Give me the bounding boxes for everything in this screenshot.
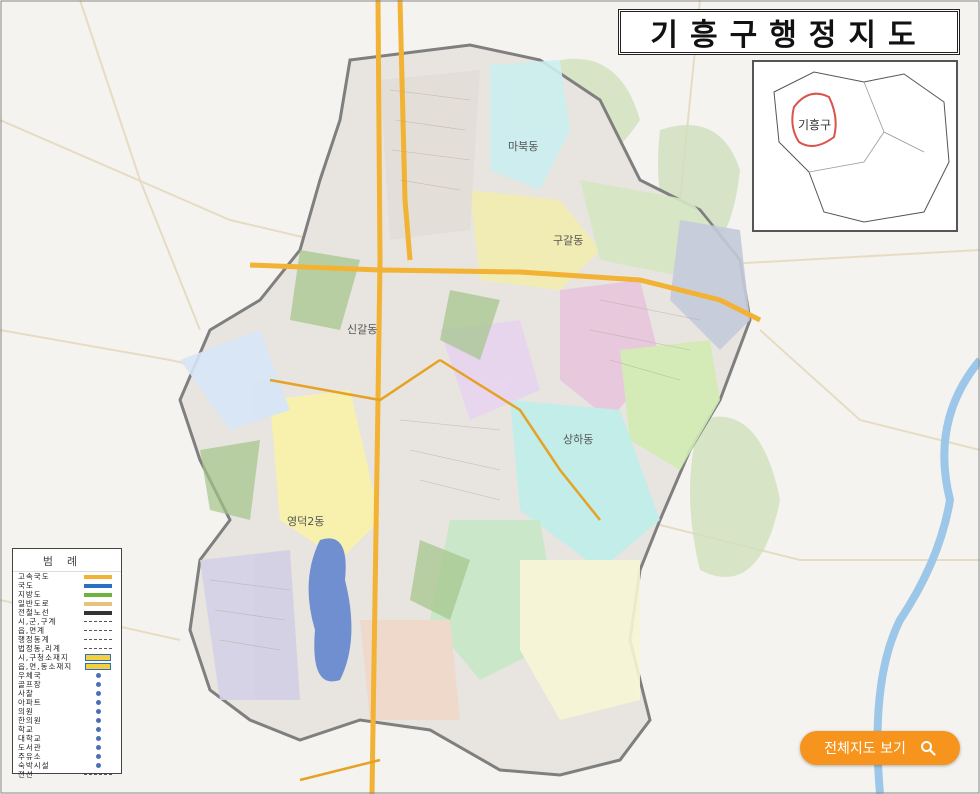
legend-item: 법정동,리계 <box>13 644 121 653</box>
legend-item: 도서관 <box>13 743 121 752</box>
legend-item: 전철노선 <box>13 608 121 617</box>
legend-item: 시,구청소재지 <box>13 653 121 662</box>
view-full-map-label: 전체지도 보기 <box>824 741 906 757</box>
legend-symbol-boundary3 <box>80 636 116 643</box>
apartment-icon <box>80 699 116 706</box>
legend-title: 범례 <box>13 549 121 572</box>
legend-symbol-boundary <box>80 618 116 625</box>
legend-item: 학교 <box>13 725 121 734</box>
legend-item-label: 의원 <box>18 707 34 716</box>
legend-item: 지방도 <box>13 590 121 599</box>
dong-label-yeongdeok2: 영덕2동 <box>287 515 324 528</box>
view-full-map-button[interactable]: 전체지도 보기 <box>800 731 960 765</box>
legend-item-label: 시,구청소재지 <box>18 653 69 662</box>
legend-item-label: 우체국 <box>18 671 42 680</box>
legend-item-label: 전선 <box>18 770 34 779</box>
legend-item: 전선 <box>13 770 121 779</box>
legend-item: 의원 <box>13 707 121 716</box>
legend-item-label: 아파트 <box>18 698 42 707</box>
clinic-icon <box>80 708 116 715</box>
legend-symbol-rail <box>80 609 116 616</box>
dong-label-mabuk: 마북동 <box>508 140 538 153</box>
legend-item-label: 일반도로 <box>18 599 50 608</box>
legend-item-label: 행정동계 <box>18 635 50 644</box>
legend-item-label: 주유소 <box>18 752 42 761</box>
legend-symbol-office <box>80 654 116 661</box>
legend-item-label: 읍,면,동소재지 <box>18 662 73 671</box>
library-icon <box>80 744 116 751</box>
legend-item: 사찰 <box>13 689 121 698</box>
legend-item: 읍,면,동소재지 <box>13 662 121 671</box>
legend-item-label: 법정동,리계 <box>18 644 61 653</box>
lodging-icon <box>80 762 116 769</box>
golf-icon <box>80 681 116 688</box>
search-icon <box>920 741 936 756</box>
legend-symbol-road <box>80 600 116 607</box>
gas-icon <box>80 753 116 760</box>
inset-district-label: 기흥구 <box>798 118 832 132</box>
dong-label-gugal: 구갈동 <box>553 233 583 247</box>
temple-icon <box>80 690 116 697</box>
locator-inset-map: 기흥구 <box>752 60 958 232</box>
legend-item: 숙박시설 <box>13 761 121 770</box>
legend-symbol-office2 <box>80 663 116 670</box>
legend-panel: 범례 고속국도 국도 지방도 일반도로 전철노선 시,군,구계 읍,면계 행정동계 법정동,리계… <box>12 548 122 779</box>
legend-item-label: 국도 <box>18 581 34 590</box>
legend-item: 대학교 <box>13 734 121 743</box>
post-icon <box>80 672 116 679</box>
legend-item-label: 지방도 <box>18 590 42 599</box>
oriental-clinic-icon <box>80 717 116 724</box>
legend-item-label: 읍,면계 <box>18 626 46 635</box>
legend-item-label: 골프장 <box>18 680 42 689</box>
locator-map <box>773 71 950 223</box>
dong-label-sangha: 상하동 <box>563 432 593 446</box>
map-title-box: 기흥구행정지도 <box>618 9 960 55</box>
legend-item-label: 사찰 <box>18 689 34 698</box>
legend-item: 행정동계 <box>13 635 121 644</box>
legend-item: 국도 <box>13 581 121 590</box>
map-title: 기흥구행정지도 <box>650 18 928 53</box>
legend-item: 고속국도 <box>13 572 121 581</box>
dong-label-singal: 신갈동 <box>347 322 377 336</box>
legend-item-label: 전철노선 <box>18 608 50 617</box>
legend-item-label: 시,군,구계 <box>18 617 57 626</box>
legend-item-label: 숙박시설 <box>18 761 50 770</box>
legend-item: 일반도로 <box>13 599 121 608</box>
legend-item-label: 학교 <box>18 725 34 734</box>
legend-item-label: 고속국도 <box>18 572 50 581</box>
legend-symbol-highway <box>80 573 116 580</box>
legend-item: 골프장 <box>13 680 121 689</box>
legend-item: 읍,면계 <box>13 626 121 635</box>
legend-item-label: 한의원 <box>18 716 42 725</box>
legend-item: 아파트 <box>13 698 121 707</box>
legend-symbol-line <box>80 771 116 778</box>
legend-item: 우체국 <box>13 671 121 680</box>
legend-item-label: 대학교 <box>18 734 42 743</box>
university-icon <box>80 735 116 742</box>
legend-symbol-boundary4 <box>80 645 116 652</box>
legend-item-label: 도서관 <box>18 743 42 752</box>
legend-symbol-local <box>80 591 116 598</box>
legend-item: 주유소 <box>13 752 121 761</box>
legend-symbol-boundary2 <box>80 627 116 634</box>
legend-symbol-national <box>80 582 116 589</box>
legend-item: 시,군,구계 <box>13 617 121 626</box>
legend-item: 한의원 <box>13 716 121 725</box>
school-icon <box>80 726 116 733</box>
